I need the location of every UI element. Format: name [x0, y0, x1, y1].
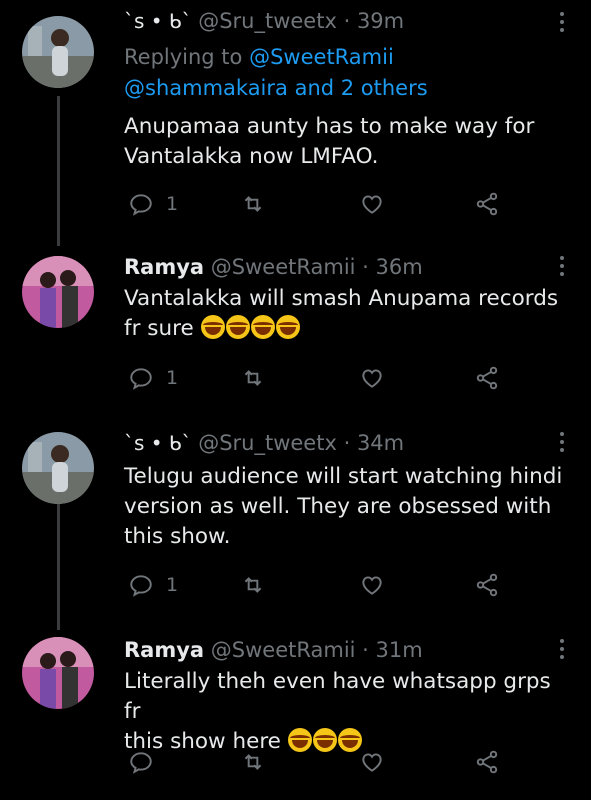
- avatar[interactable]: [22, 432, 94, 504]
- tweet[interactable]: Ramya @SweetRamii · 31m Literally theh e…: [0, 625, 591, 800]
- like-icon: [362, 369, 382, 388]
- tweet[interactable]: `s • ᑲ` @Sru_tweetx · 34m Telugu audienc…: [0, 420, 591, 625]
- like-button[interactable]: [359, 189, 385, 219]
- timestamp[interactable]: 34m: [357, 431, 404, 455]
- reply-icon: [130, 368, 152, 390]
- like-icon: [362, 576, 382, 595]
- like-button[interactable]: [359, 747, 385, 777]
- handle[interactable]: @Sru_tweetx: [198, 9, 337, 33]
- display-name[interactable]: `s • ᑲ`: [124, 431, 192, 455]
- joy-emoji-icon: [250, 315, 275, 339]
- avatar[interactable]: [22, 637, 94, 709]
- share-button[interactable]: [474, 570, 500, 600]
- action-bar: 1: [128, 363, 508, 393]
- retweet-icon: [244, 196, 262, 212]
- like-button[interactable]: [359, 570, 385, 600]
- reply-button[interactable]: [128, 747, 154, 777]
- reply-icon: [130, 752, 152, 774]
- tweet-text-line: Literally theh even have whatsapp grps f…: [124, 669, 551, 724]
- retweet-button[interactable]: [240, 570, 266, 600]
- share-icon: [476, 750, 498, 774]
- display-name[interactable]: `s • ᑲ`: [124, 9, 192, 33]
- retweet-icon: [244, 577, 262, 593]
- like-icon: [362, 753, 382, 772]
- share-icon: [476, 192, 498, 216]
- timestamp[interactable]: 36m: [376, 255, 423, 279]
- share-button[interactable]: [474, 363, 500, 393]
- tweet-text-line: fr sure: [124, 316, 194, 341]
- like-button[interactable]: [359, 363, 385, 393]
- retweet-icon: [244, 754, 262, 770]
- tweet-text: Telugu audience will start watching hind…: [124, 464, 563, 549]
- retweet-icon: [244, 370, 262, 386]
- reply-count: 1: [166, 193, 179, 215]
- action-bar: 1: [128, 189, 508, 219]
- share-button[interactable]: [474, 747, 500, 777]
- replying-to-label: Replying to: [124, 45, 243, 69]
- tweet-text: Literally theh even have whatsapp grps f…: [124, 667, 561, 757]
- reply-icon: [130, 194, 152, 216]
- timestamp[interactable]: 39m: [357, 9, 404, 33]
- reply-button[interactable]: 1: [128, 570, 178, 600]
- more-icon[interactable]: [559, 639, 565, 663]
- like-icon: [362, 195, 382, 214]
- replying-to-user-link[interactable]: @SweetRamii: [249, 45, 394, 69]
- more-icon[interactable]: [559, 256, 565, 280]
- tweet[interactable]: Ramya @SweetRamii · 36m Vantalakka will …: [0, 240, 591, 420]
- tweet-text: Anupamaa aunty has to make way for Vanta…: [124, 114, 535, 169]
- retweet-button[interactable]: [240, 189, 266, 219]
- handle[interactable]: @SweetRamii: [211, 255, 356, 279]
- tweet-text: Vantalakka will smash Anupama records fr…: [124, 284, 561, 344]
- replying-to: Replying to @SweetRamii: [124, 42, 394, 72]
- handle[interactable]: @SweetRamii: [211, 638, 356, 662]
- more-icon[interactable]: [559, 432, 565, 456]
- reply-count: 1: [166, 574, 179, 596]
- timestamp[interactable]: 31m: [376, 638, 423, 662]
- share-icon: [476, 573, 498, 597]
- separator: ·: [362, 638, 369, 662]
- avatar[interactable]: [22, 16, 94, 88]
- separator: ·: [343, 431, 351, 455]
- separator: ·: [343, 9, 351, 33]
- retweet-button[interactable]: [240, 363, 266, 393]
- reply-icon: [130, 575, 152, 597]
- retweet-button[interactable]: [240, 747, 266, 777]
- separator: ·: [362, 255, 369, 279]
- tweet[interactable]: `s • ᑲ` @Sru_tweetx · 39m Replying to @S…: [0, 0, 591, 240]
- share-button[interactable]: [474, 189, 500, 219]
- handle[interactable]: @Sru_tweetx: [198, 431, 337, 455]
- replying-to-others-link[interactable]: @shammakaira and 2 others: [124, 76, 428, 100]
- display-name[interactable]: Ramya: [124, 255, 204, 279]
- action-bar: [128, 747, 508, 777]
- tweet-text-line: Vantalakka will smash Anupama records: [124, 286, 559, 311]
- avatar[interactable]: [22, 256, 94, 328]
- display-name[interactable]: Ramya: [124, 638, 204, 662]
- more-icon[interactable]: [559, 12, 565, 36]
- share-icon: [476, 366, 498, 390]
- action-bar: 1: [128, 570, 508, 600]
- joy-emoji-icon: [275, 315, 300, 339]
- joy-emoji-icon: [200, 315, 225, 339]
- joy-emoji-icon: [225, 315, 250, 339]
- reply-button[interactable]: 1: [128, 363, 178, 393]
- reply-button[interactable]: 1: [128, 189, 178, 219]
- reply-count: 1: [166, 367, 179, 389]
